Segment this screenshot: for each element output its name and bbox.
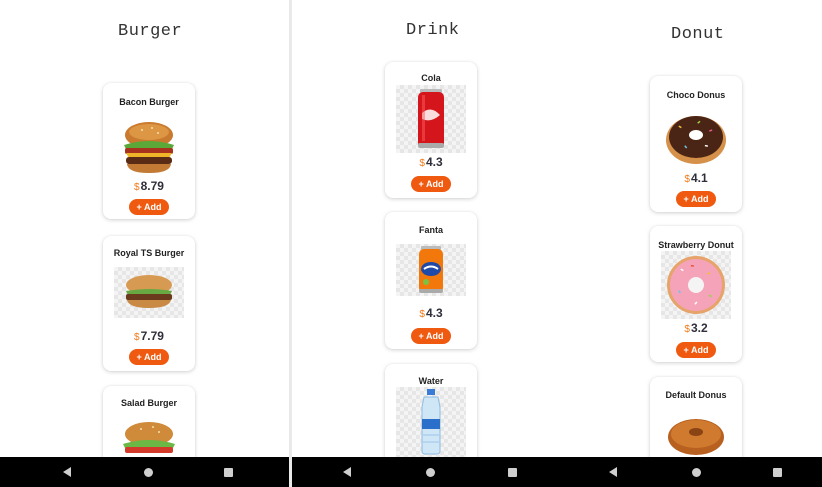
product-price: $3.2 xyxy=(684,321,708,335)
recents-icon xyxy=(224,468,233,477)
strawberry-donut-image xyxy=(661,251,731,319)
product-card-cola[interactable]: Cola $4.3 + Add xyxy=(385,62,477,198)
product-price: $4.3 xyxy=(419,306,443,320)
add-to-cart-button[interactable]: + Add xyxy=(676,342,716,358)
column-header-burger: Burger xyxy=(118,22,183,41)
nav-home-button-2[interactable] xyxy=(681,457,711,487)
product-name: Royal TS Burger xyxy=(113,248,185,258)
product-card-strawberry-donut[interactable]: Strawberry Donut $3.2 + Add xyxy=(650,226,742,362)
product-name: Choco Donus xyxy=(666,90,726,100)
drink-donut-screen: Drink Cola $4.3 + Add Fanta $4.3 + Add W… xyxy=(292,0,822,487)
column-header-drink: Drink xyxy=(406,21,460,40)
back-icon xyxy=(609,467,617,477)
home-icon xyxy=(144,468,153,477)
product-price: $8.79 xyxy=(134,179,164,193)
product-name: Salad Burger xyxy=(120,398,178,408)
add-to-cart-button[interactable]: + Add xyxy=(129,199,169,215)
product-card-default-donus[interactable]: Default Donus xyxy=(650,377,742,457)
product-name: Bacon Burger xyxy=(119,97,179,107)
nav-recents-button[interactable] xyxy=(213,457,243,487)
nav-home-button[interactable] xyxy=(415,457,445,487)
product-price: $7.79 xyxy=(134,329,164,343)
product-card-salad-burger[interactable]: Salad Burger xyxy=(103,386,195,457)
product-name: Water xyxy=(418,376,444,386)
home-icon xyxy=(426,468,435,477)
royal-ts-burger-image xyxy=(114,267,184,318)
bacon-burger-image xyxy=(124,122,174,173)
nav-home-button[interactable] xyxy=(133,457,163,487)
add-to-cart-button[interactable]: + Add xyxy=(129,349,169,365)
choco-donut-image xyxy=(666,116,726,164)
nav-back-button[interactable] xyxy=(332,457,362,487)
cola-image xyxy=(396,85,466,153)
back-icon xyxy=(343,467,351,477)
product-price: $4.3 xyxy=(419,155,443,169)
nav-recents-button[interactable] xyxy=(497,457,527,487)
salad-burger-image xyxy=(123,422,175,453)
glazed-donut-image xyxy=(668,419,724,455)
drink-donut-list[interactable]: Drink Cola $4.3 + Add Fanta $4.3 + Add W… xyxy=(292,0,822,457)
android-navbar xyxy=(292,457,822,487)
burger-screen: Burger Bacon Burger $8.79 + Add Royal TS… xyxy=(0,0,289,487)
recents-icon xyxy=(773,468,782,477)
product-card-choco-donus[interactable]: Choco Donus $4.1 + Add xyxy=(650,76,742,212)
add-to-cart-button[interactable]: + Add xyxy=(411,328,451,344)
back-icon xyxy=(63,467,71,477)
product-card-fanta[interactable]: Fanta $4.3 + Add xyxy=(385,212,477,349)
fanta-image xyxy=(396,244,466,296)
add-to-cart-button[interactable]: + Add xyxy=(411,176,451,192)
nav-recents-button-2[interactable] xyxy=(762,457,792,487)
product-name: Default Donus xyxy=(665,390,727,400)
product-name: Cola xyxy=(421,73,441,83)
column-header-donut: Donut xyxy=(671,25,725,44)
nav-back-button-2[interactable] xyxy=(598,457,628,487)
product-card-royal-ts-burger[interactable]: Royal TS Burger $7.79 + Add xyxy=(103,236,195,371)
home-icon xyxy=(692,468,701,477)
product-price: $4.1 xyxy=(684,171,708,185)
recents-icon xyxy=(508,468,517,477)
add-to-cart-button[interactable]: + Add xyxy=(676,191,716,207)
product-card-bacon-burger[interactable]: Bacon Burger $8.79 + Add xyxy=(103,83,195,219)
product-name: Fanta xyxy=(418,225,443,235)
burger-list[interactable]: Burger Bacon Burger $8.79 + Add Royal TS… xyxy=(0,0,289,457)
product-name: Strawberry Donut xyxy=(658,240,734,250)
android-navbar xyxy=(0,457,289,487)
water-bottle-image xyxy=(396,387,466,457)
nav-back-button[interactable] xyxy=(52,457,82,487)
product-card-water[interactable]: Water xyxy=(385,364,477,457)
